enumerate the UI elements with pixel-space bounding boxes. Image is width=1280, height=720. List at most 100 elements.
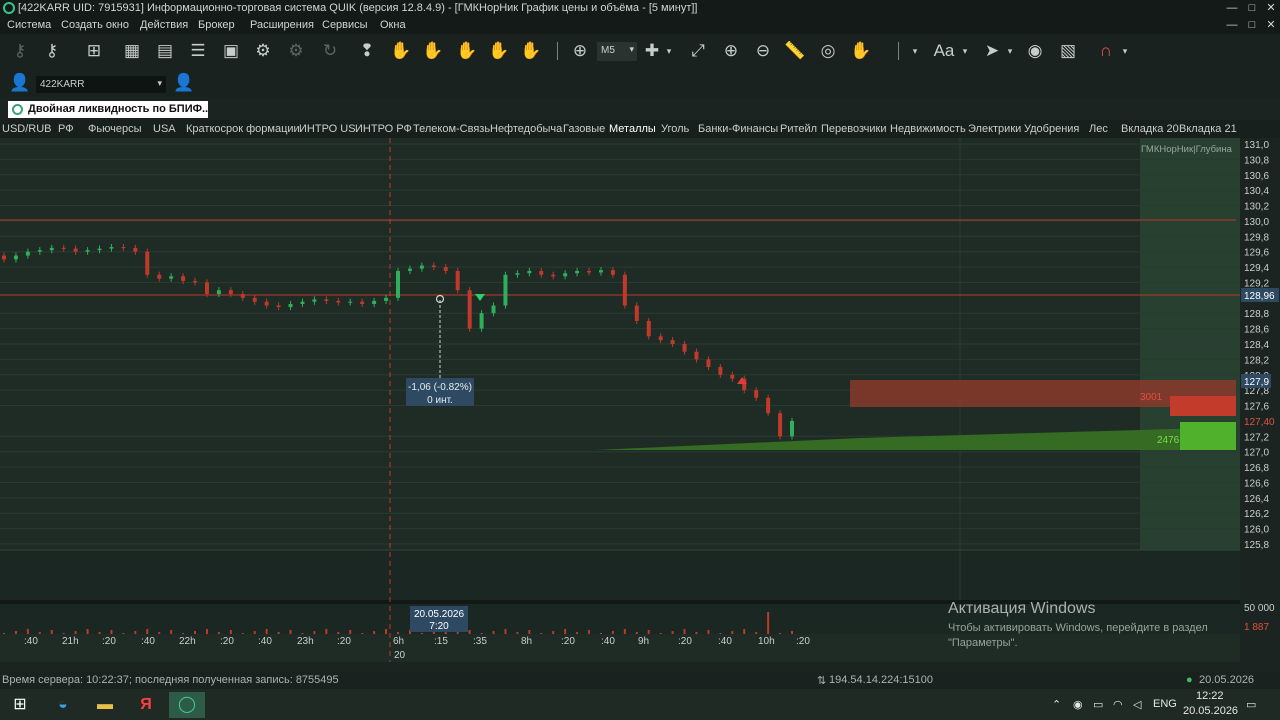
file-explorer-icon[interactable]: ▬ <box>87 692 123 718</box>
wifi-icon[interactable]: ◠ <box>1113 698 1123 711</box>
menu-item-extensions[interactable]: Расширения <box>250 19 314 31</box>
menu-item-actions[interactable]: Действия <box>140 19 188 31</box>
volume-bar <box>385 629 388 634</box>
window-label[interactable]: Двойная ликвидность по БПИФ... <box>8 101 208 118</box>
tab-gas[interactable]: Газовые <box>563 123 605 135</box>
chevron-down-icon[interactable]: ▾ <box>908 40 922 62</box>
ruler-icon[interactable]: 📏 <box>783 40 807 62</box>
target-icon[interactable]: ◎ <box>816 40 840 62</box>
language-indicator[interactable]: ENG <box>1153 698 1177 710</box>
indicator-panel <box>0 550 1240 600</box>
refresh-dim-icon[interactable]: ↻ <box>318 40 342 62</box>
volume-icon[interactable]: ◁ <box>1133 698 1141 711</box>
alert-icon[interactable]: ❢ <box>355 40 379 62</box>
hide-eye-icon[interactable]: ◉ <box>1023 40 1047 62</box>
zoom-out-icon[interactable]: ⊖ <box>751 40 775 62</box>
price-tick-label: 126,6 <box>1244 478 1269 489</box>
fit-screen-icon[interactable]: ⤢ <box>686 40 710 62</box>
quik-taskbar-icon[interactable]: ◯ <box>169 692 205 718</box>
tab-21[interactable]: Вкладка 21 <box>1179 123 1237 135</box>
add-instrument-icon[interactable]: ⊕ <box>568 40 592 62</box>
tab-coal[interactable]: Уголь <box>661 123 689 135</box>
menu-item-broker[interactable]: Брокер <box>198 19 235 31</box>
portfolio-icon[interactable]: ▣ <box>219 40 243 62</box>
maximize-button[interactable]: □ <box>1243 0 1261 17</box>
table-window-icon[interactable]: ▤ <box>153 40 177 62</box>
start-windows-icon[interactable]: ⊞ <box>2 692 38 718</box>
new-order-icon[interactable]: ⊞ <box>82 40 106 62</box>
account-select[interactable]: 422KARR ▾ <box>36 76 166 93</box>
edge-browser-icon[interactable]: ◒ <box>45 692 81 718</box>
tab-oil[interactable]: Нефтедобыча <box>490 123 562 135</box>
hand-dim-2-icon[interactable]: ✋ <box>455 40 479 62</box>
clock-time[interactable]: 12:22 <box>1196 690 1224 702</box>
magnet-icon[interactable]: ∩ <box>1094 40 1118 62</box>
chart-canvas[interactable]: 3001 2476 ГМКНорНик|Глубина -1,06 (-0.82… <box>0 138 1280 662</box>
child-restore-button[interactable]: □ <box>1243 17 1261 34</box>
user-settings-icon[interactable]: 👤 <box>172 72 196 94</box>
price-tick-label: 126,4 <box>1244 494 1269 505</box>
tab-telecom[interactable]: Телеком-Связь <box>413 123 490 135</box>
child-close-button[interactable]: ✕ <box>1262 17 1280 34</box>
tab-forest[interactable]: Лес <box>1089 123 1108 135</box>
cursor-tool-icon[interactable]: ➤ <box>980 40 1004 62</box>
crosshair-icon[interactable]: ✚ <box>640 40 664 62</box>
connect-icon[interactable]: ⚷ <box>8 40 32 62</box>
menu-item-create-window[interactable]: Создать окно <box>61 19 129 31</box>
chevron-down-icon[interactable]: ▾ <box>662 40 676 62</box>
tab-short-term[interactable]: Краткосрок формации <box>186 123 300 135</box>
tab-20[interactable]: Вкладка 20 <box>1121 123 1179 135</box>
tray-app-icon[interactable]: ◉ <box>1073 698 1083 711</box>
list-window-icon[interactable]: ☰ <box>186 40 210 62</box>
notifications-icon[interactable]: ▭ <box>1246 698 1256 711</box>
tab-banks[interactable]: Банки-Финансы <box>698 123 778 135</box>
menu-item-windows[interactable]: Окна <box>380 19 406 31</box>
battery-icon[interactable]: ▭ <box>1093 698 1103 711</box>
minimize-button[interactable]: — <box>1223 0 1241 17</box>
user-remove-icon[interactable]: 👤 <box>8 72 32 94</box>
pan-hand-icon[interactable]: ✋ <box>849 40 873 62</box>
chevron-down-icon[interactable]: ▾ <box>958 40 972 62</box>
tab-fertilizers[interactable]: Удобрения <box>1024 123 1079 135</box>
tab-power[interactable]: Электрики <box>968 123 1021 135</box>
hand-dim-icon[interactable]: ✋ <box>421 40 445 62</box>
tray-chevron-up-icon[interactable]: ⌃ <box>1052 698 1061 711</box>
tab-intro-us[interactable]: ИНТРО US <box>299 123 356 135</box>
tab-transport[interactable]: Перевозчики <box>821 123 886 135</box>
time-tick-label: :20 <box>102 636 116 647</box>
candle-body <box>622 274 627 306</box>
menu-item-services[interactable]: Сервисы <box>322 19 368 31</box>
hatch-tool-icon[interactable]: ▧ <box>1056 40 1080 62</box>
chevron-down-icon[interactable]: ▾ <box>1118 40 1132 62</box>
chevron-down-icon[interactable]: ▾ <box>1003 40 1017 62</box>
tab-intro-rf[interactable]: ИНТРО РФ <box>355 123 412 135</box>
tab-metals[interactable]: Металлы <box>609 123 656 135</box>
disconnect-icon[interactable]: ⚷ <box>40 40 64 62</box>
tab-usd-rub[interactable]: USD/RUB <box>2 123 52 135</box>
stop-order-icon[interactable]: ✋ <box>389 40 413 62</box>
candle-body <box>228 290 233 294</box>
settings-window-icon[interactable]: ⚙ <box>251 40 275 62</box>
hand-dim-4-icon[interactable]: ✋ <box>519 40 543 62</box>
tab-usa[interactable]: USA <box>153 123 176 135</box>
price-tick-label: 130,2 <box>1244 202 1269 213</box>
chart-window-icon[interactable]: ▦ <box>120 40 144 62</box>
tab-realty[interactable]: Недвижимость <box>890 123 966 135</box>
timeframe-select[interactable]: M5 ▾ <box>597 42 637 61</box>
zoom-in-icon[interactable]: ⊕ <box>719 40 743 62</box>
tab-retail[interactable]: Ритейл <box>780 123 817 135</box>
menu-item-system[interactable]: Система <box>7 19 51 31</box>
hand-dim-3-icon[interactable]: ✋ <box>487 40 511 62</box>
yandex-browser-icon[interactable]: Я <box>128 692 164 718</box>
close-button[interactable]: ✕ <box>1262 0 1280 17</box>
child-minimize-button[interactable]: — <box>1223 17 1241 34</box>
tab-futures[interactable]: Фьючерсы <box>88 123 141 135</box>
tab-rf[interactable]: РФ <box>58 123 74 135</box>
font-icon[interactable]: Aa <box>930 40 958 62</box>
clock-date[interactable]: 20.05.2026 <box>1183 705 1238 717</box>
account-value: 422KARR <box>40 79 85 90</box>
time-tick-label: :40 <box>718 636 732 647</box>
volume-bar <box>158 632 161 634</box>
price-chart[interactable]: 3001 2476 ГМКНорНик|Глубина -1,06 (-0.82… <box>0 138 1280 662</box>
settings-dim-icon[interactable]: ⚙ <box>284 40 308 62</box>
